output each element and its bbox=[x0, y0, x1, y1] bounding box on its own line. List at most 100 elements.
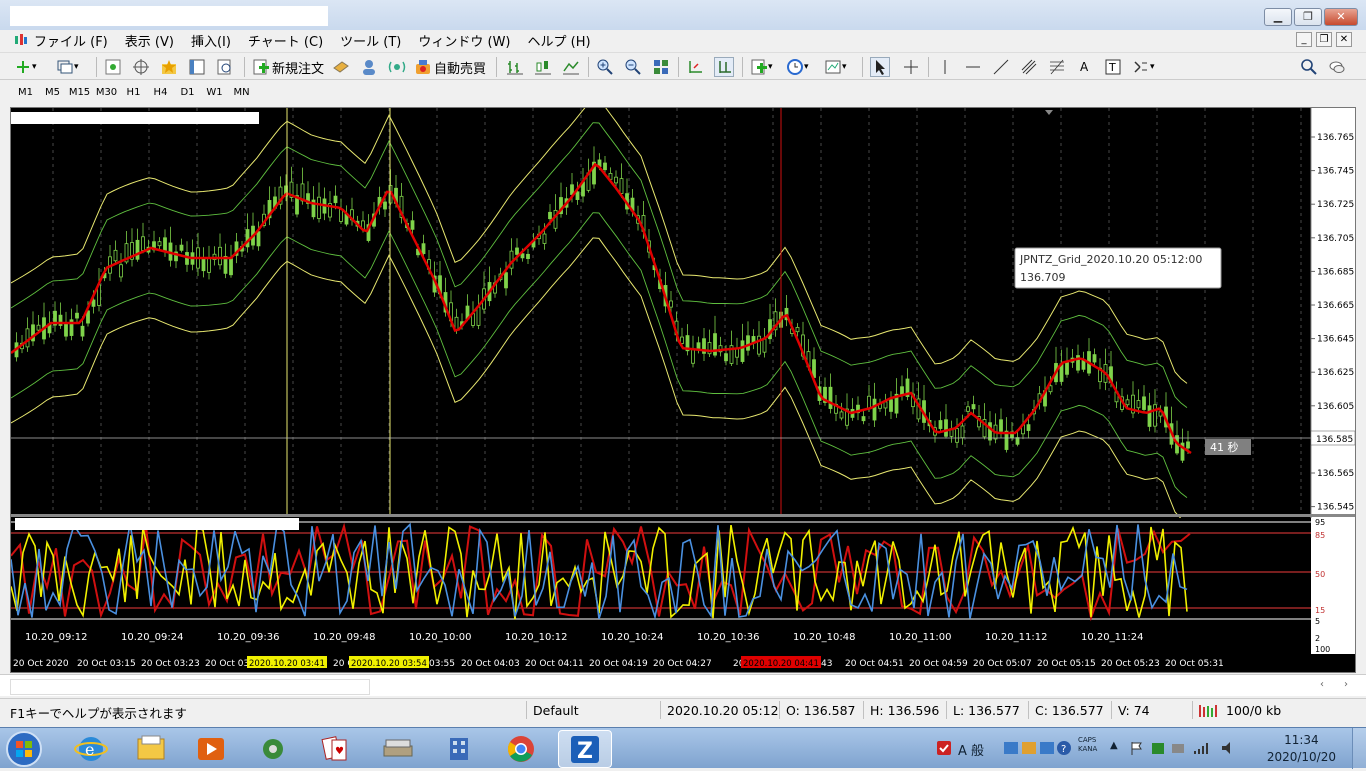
mdi-minimize-button[interactable]: _ bbox=[1296, 32, 1312, 47]
candle-body bbox=[515, 247, 519, 255]
crosshair-tool-button[interactable] bbox=[902, 57, 920, 77]
clock[interactable]: 11:34 2020/10/20 bbox=[1267, 732, 1336, 766]
explorer-taskbar-button[interactable] bbox=[124, 730, 178, 768]
price-tick-label: 136.645 bbox=[1317, 335, 1354, 345]
arrows-button[interactable]: ▾ bbox=[1132, 57, 1155, 77]
search-button[interactable] bbox=[1300, 57, 1318, 77]
restore-button[interactable]: ❐ bbox=[1294, 8, 1322, 26]
zoom-out-button[interactable] bbox=[624, 57, 642, 77]
chart-tab[interactable] bbox=[10, 679, 370, 695]
scanner-taskbar-button[interactable] bbox=[370, 730, 424, 768]
candle-body bbox=[421, 243, 426, 255]
tab-scroll-right-icon[interactable]: › bbox=[1344, 679, 1348, 690]
autotrade-button[interactable]: 自動売買 bbox=[414, 57, 486, 77]
tile-windows-button[interactable] bbox=[652, 57, 670, 77]
menu-view[interactable]: 表示 (V) bbox=[125, 31, 174, 50]
auto-scroll-button[interactable] bbox=[686, 57, 704, 77]
mdi-restore-button[interactable]: ❐ bbox=[1316, 32, 1332, 47]
templates-button[interactable]: ▾ bbox=[824, 57, 847, 77]
chat-button[interactable] bbox=[1328, 57, 1346, 77]
vertical-line-button[interactable] bbox=[936, 57, 954, 77]
new-order-button[interactable]: 新規注文 bbox=[252, 57, 324, 77]
show-desktop-button[interactable] bbox=[1352, 728, 1366, 769]
close-button[interactable]: ✕ bbox=[1324, 8, 1358, 26]
meta-editor-button[interactable] bbox=[332, 57, 350, 77]
menu-chart[interactable]: チャート (C) bbox=[248, 31, 323, 50]
timeframe-mn[interactable]: MN bbox=[228, 87, 255, 98]
timeframe-d1[interactable]: D1 bbox=[174, 87, 201, 98]
trading-app-taskbar-button[interactable]: Z bbox=[558, 730, 612, 768]
network-taskbar-button[interactable] bbox=[432, 730, 486, 768]
chart-shift-button[interactable] bbox=[714, 57, 734, 77]
security-icon[interactable] bbox=[936, 740, 952, 756]
equidistant-channel-button[interactable] bbox=[1020, 57, 1038, 77]
zoom-in-button[interactable] bbox=[596, 57, 614, 77]
timeframe-w1[interactable]: W1 bbox=[201, 87, 228, 98]
candle-body bbox=[999, 419, 1003, 432]
timeframe-m1[interactable]: M1 bbox=[12, 87, 39, 98]
timeframe-m30[interactable]: M30 bbox=[93, 87, 120, 98]
profiles-button[interactable]: ▾ bbox=[56, 57, 79, 77]
market-watch-button[interactable] bbox=[104, 57, 122, 77]
games-taskbar-button[interactable]: ♥ bbox=[308, 730, 362, 768]
text-label-button[interactable]: T bbox=[1104, 57, 1122, 77]
menu-file[interactable]: ファイル (F) bbox=[34, 31, 108, 50]
timeframe-h4[interactable]: H4 bbox=[147, 87, 174, 98]
text-tool-button[interactable]: A bbox=[1080, 57, 1088, 77]
data-window-button[interactable] bbox=[132, 57, 150, 77]
autotrade-label: 自動売買 bbox=[434, 61, 487, 77]
horizontal-line-button[interactable] bbox=[964, 57, 982, 77]
line-chart-icon bbox=[563, 61, 579, 75]
signals-button[interactable] bbox=[388, 57, 406, 77]
candlestick-button[interactable] bbox=[534, 57, 552, 77]
start-button[interactable] bbox=[4, 729, 44, 769]
status-profile[interactable]: Default bbox=[533, 703, 579, 718]
line-chart-button[interactable] bbox=[562, 57, 580, 77]
svg-text:?: ? bbox=[1061, 744, 1066, 755]
menu-tools[interactable]: ツール (T) bbox=[340, 31, 401, 50]
tab-scroll-left-icon[interactable]: ‹ bbox=[1320, 679, 1324, 690]
chrome-taskbar-button[interactable] bbox=[494, 730, 548, 768]
indicators-button[interactable]: ▾ bbox=[750, 57, 773, 77]
minimize-button[interactable]: ▁ bbox=[1264, 8, 1292, 26]
tray-status-icons[interactable] bbox=[1130, 740, 1240, 756]
crosshair-target-icon bbox=[133, 59, 149, 75]
terminal-button[interactable] bbox=[188, 57, 206, 77]
fibonacci-button[interactable] bbox=[1048, 57, 1066, 77]
time-axis-label: 20 Oct 03 bbox=[205, 659, 249, 669]
menu-help[interactable]: ヘルプ (H) bbox=[528, 31, 591, 50]
new-chart-button[interactable]: ▾ bbox=[14, 57, 37, 77]
timeframe-m15[interactable]: M15 bbox=[66, 87, 93, 98]
candle-body bbox=[971, 404, 976, 410]
periods-button[interactable]: ▾ bbox=[786, 57, 809, 77]
candle-body bbox=[944, 419, 948, 437]
tester-button[interactable] bbox=[216, 57, 234, 77]
ime-indicator[interactable]: A 般 bbox=[958, 740, 984, 759]
show-hidden-icons[interactable]: ▲ bbox=[1110, 740, 1118, 751]
app-menu-icon[interactable] bbox=[14, 33, 28, 47]
community-button[interactable] bbox=[360, 57, 378, 77]
cursor-tool-button[interactable] bbox=[870, 57, 890, 77]
menu-insert[interactable]: 挿入(I) bbox=[191, 31, 231, 50]
tool-taskbar-button[interactable] bbox=[246, 730, 300, 768]
media-player-taskbar-button[interactable] bbox=[184, 730, 238, 768]
new-chart-icon bbox=[17, 61, 29, 73]
ie-taskbar-button[interactable]: e bbox=[64, 730, 118, 768]
trendline-button[interactable] bbox=[992, 57, 1010, 77]
grid-time-label: 10.20_09:24 bbox=[121, 632, 183, 643]
scanner-icon bbox=[383, 739, 413, 757]
mdi-close-button[interactable]: ✕ bbox=[1336, 32, 1352, 47]
timeframe-m5[interactable]: M5 bbox=[39, 87, 66, 98]
menu-window[interactable]: ウィンドウ (W) bbox=[418, 31, 510, 50]
candle-body bbox=[141, 236, 145, 251]
price-chart[interactable]: 136.765 136.745 136.725 136.705 136.685 136.6… bbox=[11, 108, 1355, 672]
timeframe-h1[interactable]: H1 bbox=[120, 87, 147, 98]
chart-window[interactable]: 136.765 136.745 136.725 136.705 136.685 136.6… bbox=[10, 107, 1356, 673]
ime-tools-icon[interactable]: ? bbox=[1004, 740, 1074, 756]
stochastic-subwindow[interactable]: 95 85 50 15 5 2 100 bbox=[11, 518, 1355, 654]
status-volume: V: 74 bbox=[1118, 703, 1150, 718]
navigator-button[interactable] bbox=[160, 57, 178, 77]
subwindow-separator[interactable] bbox=[11, 514, 1355, 517]
candle-body bbox=[163, 237, 167, 251]
bar-chart-button[interactable] bbox=[506, 57, 524, 77]
